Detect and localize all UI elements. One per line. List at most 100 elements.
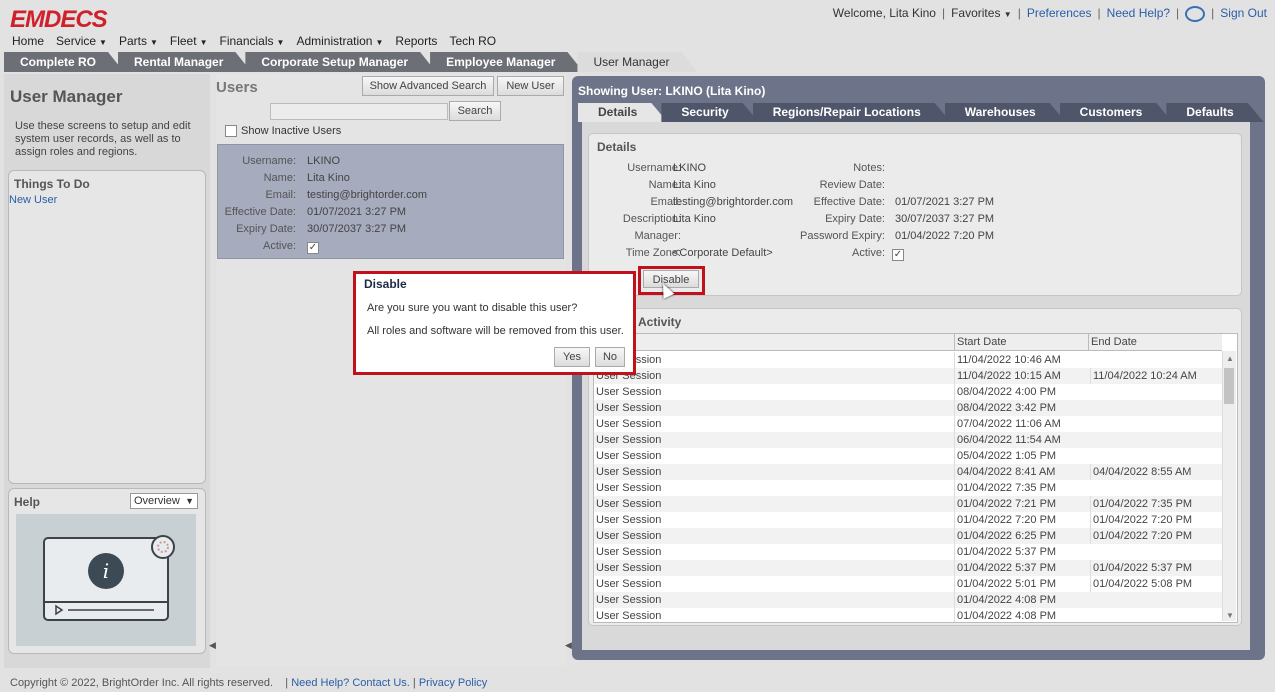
activity-start-date: 11/04/2022 10:46 AM [954,352,1061,368]
tab-regions-repair-locations[interactable]: Regions/Repair Locations [753,103,951,122]
activity-type: User Session [596,498,662,510]
activity-type: User Session [596,530,662,542]
detail-manager-label: Manager: [634,230,681,242]
privacy-policy-link[interactable]: Privacy Policy [419,677,487,689]
yes-button[interactable]: Yes [554,347,590,367]
new-user-link[interactable]: New User [9,194,57,206]
tab-defaults[interactable]: Defaults [1166,103,1263,122]
activity-row[interactable]: User Session 01/04/2022 4:08 PM [594,592,1222,608]
show-inactive-checkbox[interactable] [225,125,237,137]
activity-row[interactable]: User Session 07/04/2022 11:06 AM [594,416,1222,432]
activity-table: Start Date End Date User Session11/04/20… [593,333,1238,623]
collapse-left-icon[interactable]: ◀ [209,640,216,651]
activity-start-date: 01/04/2022 7:20 PM [954,512,1056,528]
no-button[interactable]: No [595,347,625,367]
tab-security[interactable]: Security [661,103,758,122]
scroll-down-icon[interactable]: ▼ [1226,611,1234,620]
tab-employee-manager[interactable]: Employee Manager [430,52,583,72]
user-search-input[interactable] [270,103,448,120]
activity-row[interactable]: User Session11/04/2022 10:46 AM [594,352,1222,368]
tab-complete-ro[interactable]: Complete RO [4,52,124,72]
activity-row[interactable]: User Session 01/04/2022 5:37 PM [594,544,1222,560]
show-advanced-search-button[interactable]: Show Advanced Search [362,76,494,96]
detail-notes-label: Notes: [853,162,885,174]
activity-row[interactable]: User Session 04/04/2022 8:41 AM 04/04/2022… [594,464,1222,480]
activity-row[interactable]: User Session 01/04/2022 5:37 PM 01/04/2022… [594,560,1222,576]
welcome-text: Welcome, Lita Kino [832,6,936,20]
activity-type: User Session [596,514,662,526]
search-button[interactable]: Search [449,101,501,121]
activity-row[interactable]: User Session 11/04/2022 10:15 AM 11/04/202… [594,368,1222,384]
nav-service[interactable]: Service ▼ [56,34,107,48]
activity-row[interactable]: User Session 01/04/2022 7:35 PM [594,480,1222,496]
favorites-menu[interactable]: Favorites ▼ [951,6,1012,20]
detail-password-expiry-value: 01/04/2022 7:20 PM [895,230,995,242]
nav-home[interactable]: Home [12,34,44,48]
new-user-button[interactable]: New User [497,76,564,96]
chevron-down-icon: ▼ [149,38,158,47]
scroll-up-icon[interactable]: ▲ [1226,354,1234,363]
disable-button[interactable]: Disable [643,270,699,288]
main-nav: Home Service ▼ Parts ▼ Fleet ▼ Financials ▼ … [12,34,508,48]
name-value: Lita Kino [307,172,350,184]
help-topic-select[interactable]: Overview ▼ [130,493,198,509]
activity-row[interactable]: User Session 08/04/2022 4:00 PM [594,384,1222,400]
contact-us-link[interactable]: Need Help? Contact Us. [291,677,410,689]
activity-row[interactable]: User Session 08/04/2022 3:42 PM [594,400,1222,416]
activity-end-date: 01/04/2022 7:35 PM [1090,496,1192,512]
effective-date-value: 01/07/2021 3:27 PM [307,206,407,218]
activity-row[interactable]: User Session 01/04/2022 5:01 PM 01/04/2022… [594,576,1222,592]
tab-details[interactable]: Details [578,103,667,122]
user-list-item[interactable]: Username: LKINO Name: Lita Kino Email: t… [217,144,564,259]
nav-financials[interactable]: Financials ▼ [220,34,285,48]
activity-type: User Session [596,594,662,606]
nav-tech-ro[interactable]: Tech RO [449,34,496,48]
scrollbar-thumb[interactable] [1224,368,1234,404]
activity-type: User Session [596,546,662,558]
nav-fleet[interactable]: Fleet ▼ [170,34,208,48]
tab-user-manager[interactable]: User Manager [577,52,697,72]
collapse-users-icon[interactable]: ◀ [565,640,572,651]
activity-row[interactable]: User Session 01/04/2022 7:20 PM 01/04/2022… [594,512,1222,528]
detail-password-expiry-label: Password Expiry: [800,230,885,242]
activity-type: User Session [596,386,662,398]
activity-start-date: 01/04/2022 7:35 PM [954,480,1056,496]
activity-start-date: 01/04/2022 5:01 PM [954,576,1056,592]
activity-end-date: 04/04/2022 8:55 AM [1090,464,1191,480]
chat-icon[interactable] [1185,6,1206,22]
things-to-do-title: Things To Do [14,177,90,191]
need-help-link[interactable]: Need Help? [1107,6,1170,20]
tab-warehouses[interactable]: Warehouses [945,103,1066,122]
activity-col-end[interactable]: End Date [1088,334,1137,350]
detail-effective-date-value: 01/07/2021 3:27 PM [895,196,995,208]
sign-out-link[interactable]: Sign Out [1220,6,1267,20]
tab-customers[interactable]: Customers [1060,103,1173,122]
preferences-link[interactable]: Preferences [1027,6,1092,20]
activity-start-date: 01/04/2022 4:08 PM [954,592,1056,608]
show-inactive-users[interactable]: Show Inactive Users [225,125,341,137]
page-description: Use these screens to setup and edit syst… [15,120,191,158]
nav-administration[interactable]: Administration ▼ [296,34,383,48]
tab-rental-manager[interactable]: Rental Manager [118,52,251,72]
activity-row[interactable]: User Session 05/04/2022 1:05 PM [594,448,1222,464]
svg-text:i: i [103,559,109,583]
help-video-thumbnail[interactable]: i [16,514,196,646]
activity-start-date: 06/04/2022 11:54 AM [954,432,1061,448]
emdecs-logo: EMDECS [10,6,108,33]
activity-type: User Session [596,562,662,574]
activity-row[interactable]: User Session 01/04/2022 4:08 PM [594,608,1222,622]
top-right-header: Welcome, Lita Kino | Favorites ▼ | Prefere… [832,6,1267,22]
nav-reports[interactable]: Reports [395,34,437,48]
activity-col-start[interactable]: Start Date [954,334,1007,350]
tab-corporate-setup-manager[interactable]: Corporate Setup Manager [245,52,436,72]
activity-row[interactable]: User Session 01/04/2022 6:25 PM 01/04/2022… [594,528,1222,544]
nav-parts[interactable]: Parts ▼ [119,34,158,48]
activity-type: User Session [596,610,662,622]
users-title: Users [216,79,258,96]
activity-row[interactable]: User Session 01/04/2022 7:21 PM 01/04/2022… [594,496,1222,512]
activity-row[interactable]: User Session 06/04/2022 11:54 AM [594,432,1222,448]
activity-type: User Session [596,482,662,494]
detail-tabs: Details Security Regions/Repair Location… [578,103,1258,122]
activity-start-date: 01/04/2022 5:37 PM [954,544,1056,560]
activity-start-date: 08/04/2022 3:42 PM [954,400,1056,416]
